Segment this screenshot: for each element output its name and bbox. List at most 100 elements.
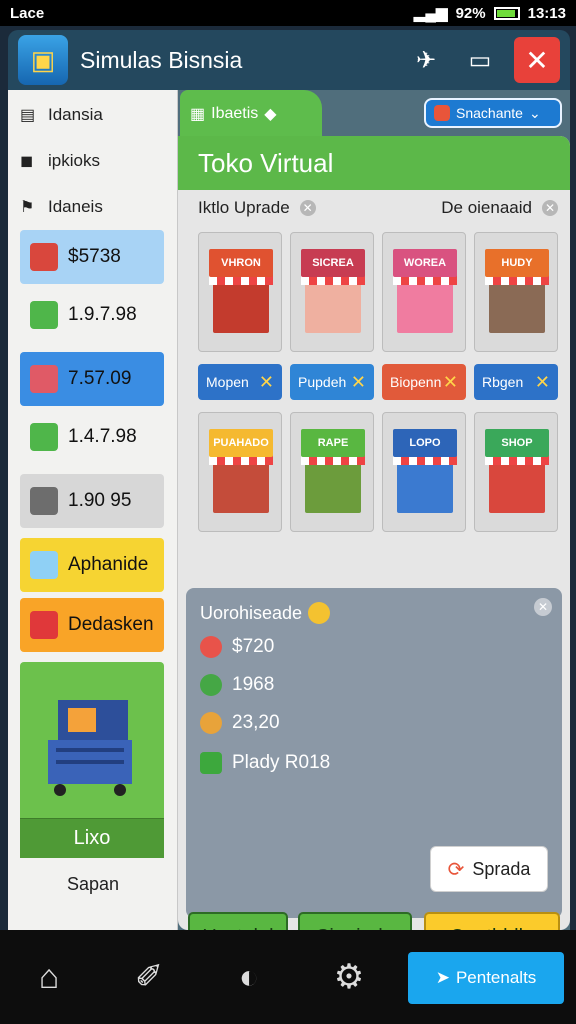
diamond-icon: ◆ [264,106,277,123]
filter-row: Iktlo Uprade ✕ De oienaaid ✕ [198,198,558,218]
box-icon: ◼ [20,153,34,170]
toolbox-icon [30,611,58,639]
wrench-icon: ✕ [258,371,274,392]
battery-icon [493,6,520,20]
shop-item[interactable]: RAPE [290,412,374,532]
app-title: Simulas Bisnsia [80,46,243,73]
clear-filter-icon[interactable]: ✕ [542,200,558,216]
shop-action-button[interactable]: Pupdeh ✕ [290,364,374,400]
signal-icon: ▂▄▆ [413,5,448,22]
carrier-name: Lace [10,4,45,22]
shop-item[interactable]: VHRON [198,232,282,352]
detail-price: $720 [200,636,274,658]
shop-sign: LOPO [393,429,457,457]
gift-icon [30,365,58,393]
shop-icon [305,277,361,333]
pointer-icon: ➤ [435,968,450,987]
details-panel: Uorohiseade ✕ $720 1968 23,20 Plady R018 [186,588,562,918]
clock: 13:13 [527,4,566,22]
status-icons: ▂▄▆ 92% 13:13 [413,4,566,23]
refresh-icon: ⟳ [447,858,465,881]
detail-rate: 23,20 [200,712,280,734]
check-icon [200,752,222,774]
gallery-icon[interactable]: ◐ [214,947,284,1007]
calculator-icon [30,551,58,579]
shop-item[interactable]: WOREA [382,232,466,352]
sidebar-footer[interactable]: Sapan [8,874,178,895]
detail-status: Plady R018 [200,752,330,774]
dedasken-button[interactable]: Dedasken [20,598,164,652]
shop-icon [305,457,361,513]
send-icon[interactable]: ✐ [114,947,184,1007]
leaf-icon [200,674,222,696]
close-icon[interactable]: ✕ [514,37,560,83]
settings-icon[interactable]: ⚙ [314,947,384,1007]
shop-action-button[interactable]: Rbgen ✕ [474,364,558,400]
panel-title: Toko Virtual [178,136,570,190]
shop-action-button[interactable]: Biopenn ✕ [382,364,466,400]
shop-action-button[interactable]: Mopen ✕ [198,364,282,400]
stat-gift[interactable]: 7.57.09 [20,352,164,406]
crate-icon [30,487,58,515]
detail-year: 1968 [200,674,274,696]
stat-storage[interactable]: 1.90 95 [20,474,164,528]
tag-icon [200,636,222,658]
sidebar-item-idaneis[interactable]: ⚑ Idaneis [8,184,177,230]
stat-cash[interactable]: $5738 [20,230,164,284]
shop-sign: WOREA [393,249,457,277]
filter-uprade[interactable]: Iktlo Uprade ✕ [198,198,316,218]
brick-icon [30,243,58,271]
upgrade-button[interactable]: ⟳ Sprada [430,846,548,892]
wrench-icon: ✕ [350,371,366,392]
aphanide-button[interactable]: Aphanide [20,538,164,592]
sidebar-item-ipkioks[interactable]: ◼ ipkioks [8,138,177,184]
shop-icon [397,277,453,333]
shop-icon [213,457,269,513]
cart-card[interactable]: Lixo [20,662,164,858]
list-icon: ▤ [20,107,36,124]
shop-sign: HUDY [485,249,549,277]
pentenalts-button[interactable]: ➤ Pentenalts [408,952,564,1004]
shop-item[interactable]: LOPO [382,412,466,532]
store-panel: Toko Virtual Iktlo Uprade ✕ De oienaaid … [178,136,570,962]
shop-sign: RAPE [301,429,365,457]
home-icon[interactable]: ⌂ [14,947,84,1007]
details-title: Uorohiseade [200,602,331,624]
shop-icon [213,277,269,333]
window-icon[interactable]: ▭ [460,40,500,80]
bowl-icon [200,712,222,734]
sidebar: ▤ Idansia ◼ ipkioks ⚑ Idaneis $5738 1.9.… [8,90,178,930]
shop-icon: ▣ [18,35,68,85]
food-cart-icon [48,700,132,796]
stat-stock-2[interactable]: 1.4.7.98 [20,410,164,464]
badge-icon [434,105,450,121]
close-icon[interactable]: ✕ [534,598,552,616]
shop-item[interactable]: HUDY [474,232,558,352]
bird-icon[interactable]: ✈ [406,40,446,80]
filter-oienaaid[interactable]: De oienaaid ✕ [441,198,558,218]
shop-item[interactable]: SICREA [290,232,374,352]
grid-icon: ▦ [190,106,206,123]
snachante-dropdown[interactable]: Snachante ⌄ [424,98,562,128]
shop-sign: SHOP [485,429,549,457]
stat-stock-1[interactable]: 1.9.7.98 [20,288,164,342]
clear-filter-icon[interactable]: ✕ [299,200,316,216]
wrench-icon: ✕ [442,371,458,392]
flag-icon: ⚑ [20,199,35,216]
shop-icon [489,277,545,333]
stack-icon [30,423,58,451]
wrench-icon: ✕ [534,371,550,392]
shop-sign: VHRON [209,249,273,277]
shop-item[interactable]: PUAHADO [198,412,282,532]
sidebar-item-idansia[interactable]: ▤ Idansia [8,92,177,138]
chevron-down-icon: ⌄ [528,104,541,121]
main-content: ▦ Ibaetis ◆ Snachante ⌄ Toko Virtual Ikt… [178,90,570,962]
cart-card-label: Lixo [20,818,164,858]
app-bar: ▣ Simulas Bisnsia ✈ ▭ ✕ [8,30,570,90]
shop-item[interactable]: SHOP [474,412,558,532]
bottom-nav: ⌂ ✐ ◐ ⚙ ➤ Pentenalts [0,930,576,1024]
stack-icon [30,301,58,329]
shop-sign: SICREA [301,249,365,277]
tab-ibaetis[interactable]: ▦ Ibaetis ◆ [180,90,322,138]
status-bar: Lace ▂▄▆ 92% 13:13 [0,0,576,26]
